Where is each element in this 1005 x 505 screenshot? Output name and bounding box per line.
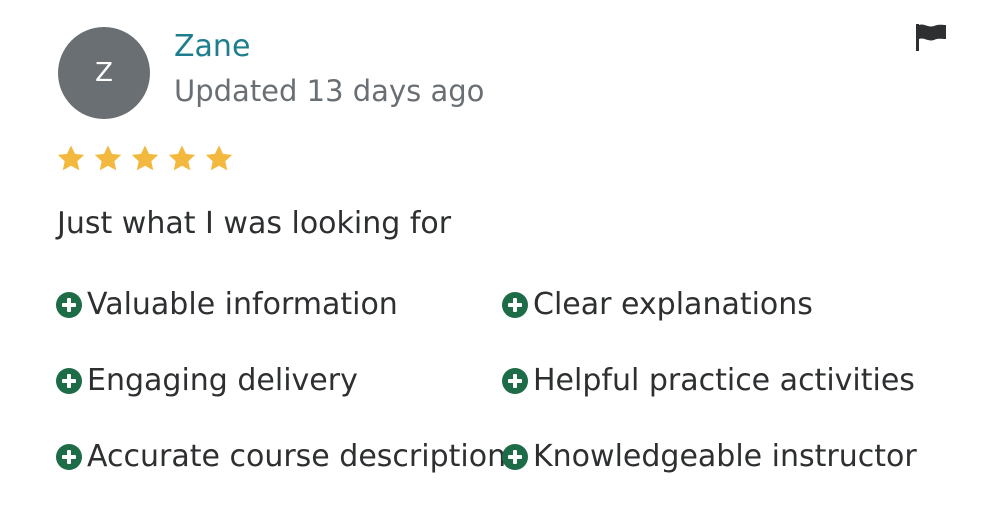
review-tag-label: Clear explanations — [533, 287, 813, 322]
star-icon — [205, 145, 233, 171]
plus-circle-icon — [502, 292, 528, 318]
star-icon — [131, 145, 159, 171]
avatar: Z — [58, 27, 150, 119]
star-rating — [55, 143, 235, 174]
review-tag-label: Helpful practice activities — [533, 363, 915, 398]
review-tag: Clear explanations — [501, 285, 813, 325]
review-tag: Valuable information — [55, 285, 398, 325]
star-icon — [168, 145, 196, 171]
plus-circle-icon — [502, 444, 528, 470]
review-tag-label: Knowledgeable instructor — [533, 439, 917, 474]
review-tag-label: Valuable information — [87, 287, 398, 322]
flag-icon[interactable] — [914, 22, 948, 52]
reviewer-name[interactable]: Zane — [174, 28, 250, 66]
review-tag-label: Engaging delivery — [87, 363, 358, 398]
review-tag: Knowledgeable instructor — [501, 437, 917, 477]
star-icon — [94, 145, 122, 171]
plus-circle-icon — [56, 292, 82, 318]
review-tag: Accurate course description — [55, 437, 506, 477]
review-card: Z Zane Updated 13 days ago Just what I w… — [0, 0, 1005, 505]
review-updated-time: Updated 13 days ago — [174, 74, 485, 108]
review-tag-label: Accurate course description — [87, 439, 507, 474]
star-icon — [57, 145, 85, 171]
plus-circle-icon — [56, 444, 82, 470]
review-text: Just what I was looking for — [57, 206, 452, 241]
review-tag: Engaging delivery — [55, 361, 358, 401]
avatar-initial: Z — [95, 58, 113, 88]
plus-circle-icon — [56, 368, 82, 394]
plus-circle-icon — [502, 368, 528, 394]
review-tag: Helpful practice activities — [501, 361, 915, 401]
